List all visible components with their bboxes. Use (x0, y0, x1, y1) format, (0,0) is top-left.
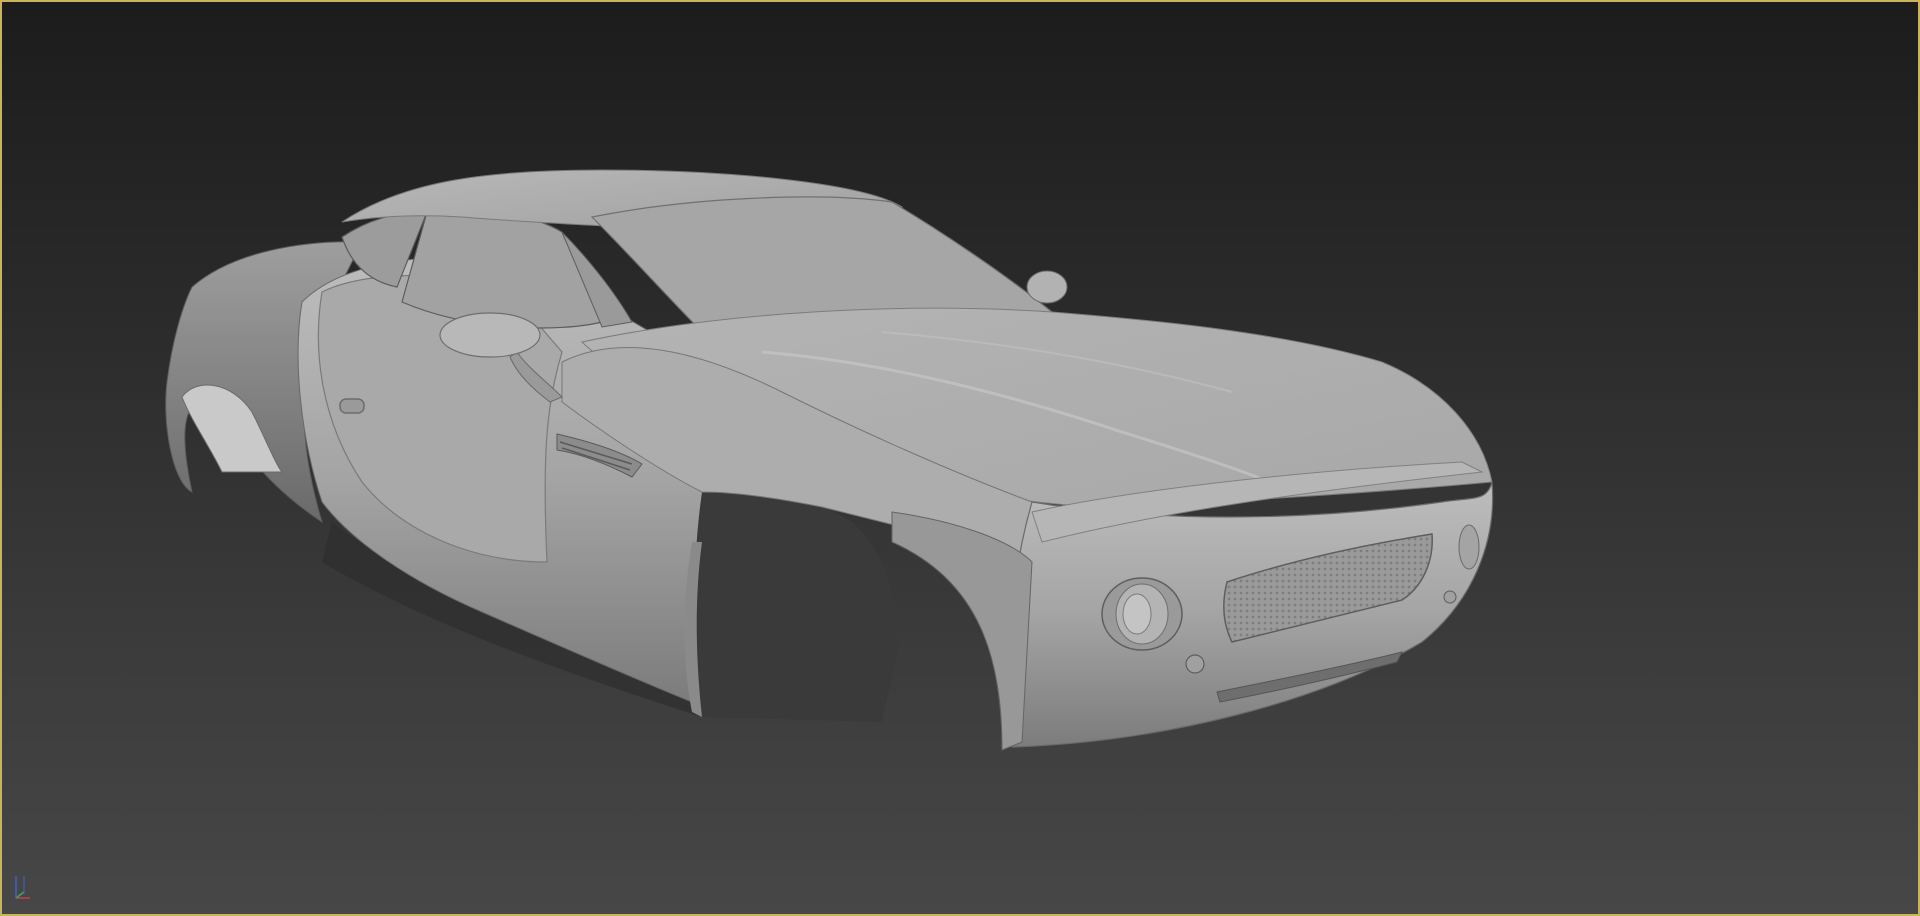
3d-viewport[interactable] (0, 0, 1920, 916)
fog-light-right (1443, 590, 1457, 604)
headlight (1101, 577, 1183, 651)
side-mirror-right (1026, 270, 1068, 304)
front-wheel-arch (694, 483, 898, 722)
fog-light (1185, 654, 1205, 674)
axis-tripod-icon (15, 876, 30, 899)
side-window (401, 209, 603, 329)
headlight-right (1458, 524, 1480, 570)
door-handle (339, 398, 365, 414)
front-arch-edge (891, 511, 1033, 751)
car-model[interactable] (2, 2, 1920, 916)
